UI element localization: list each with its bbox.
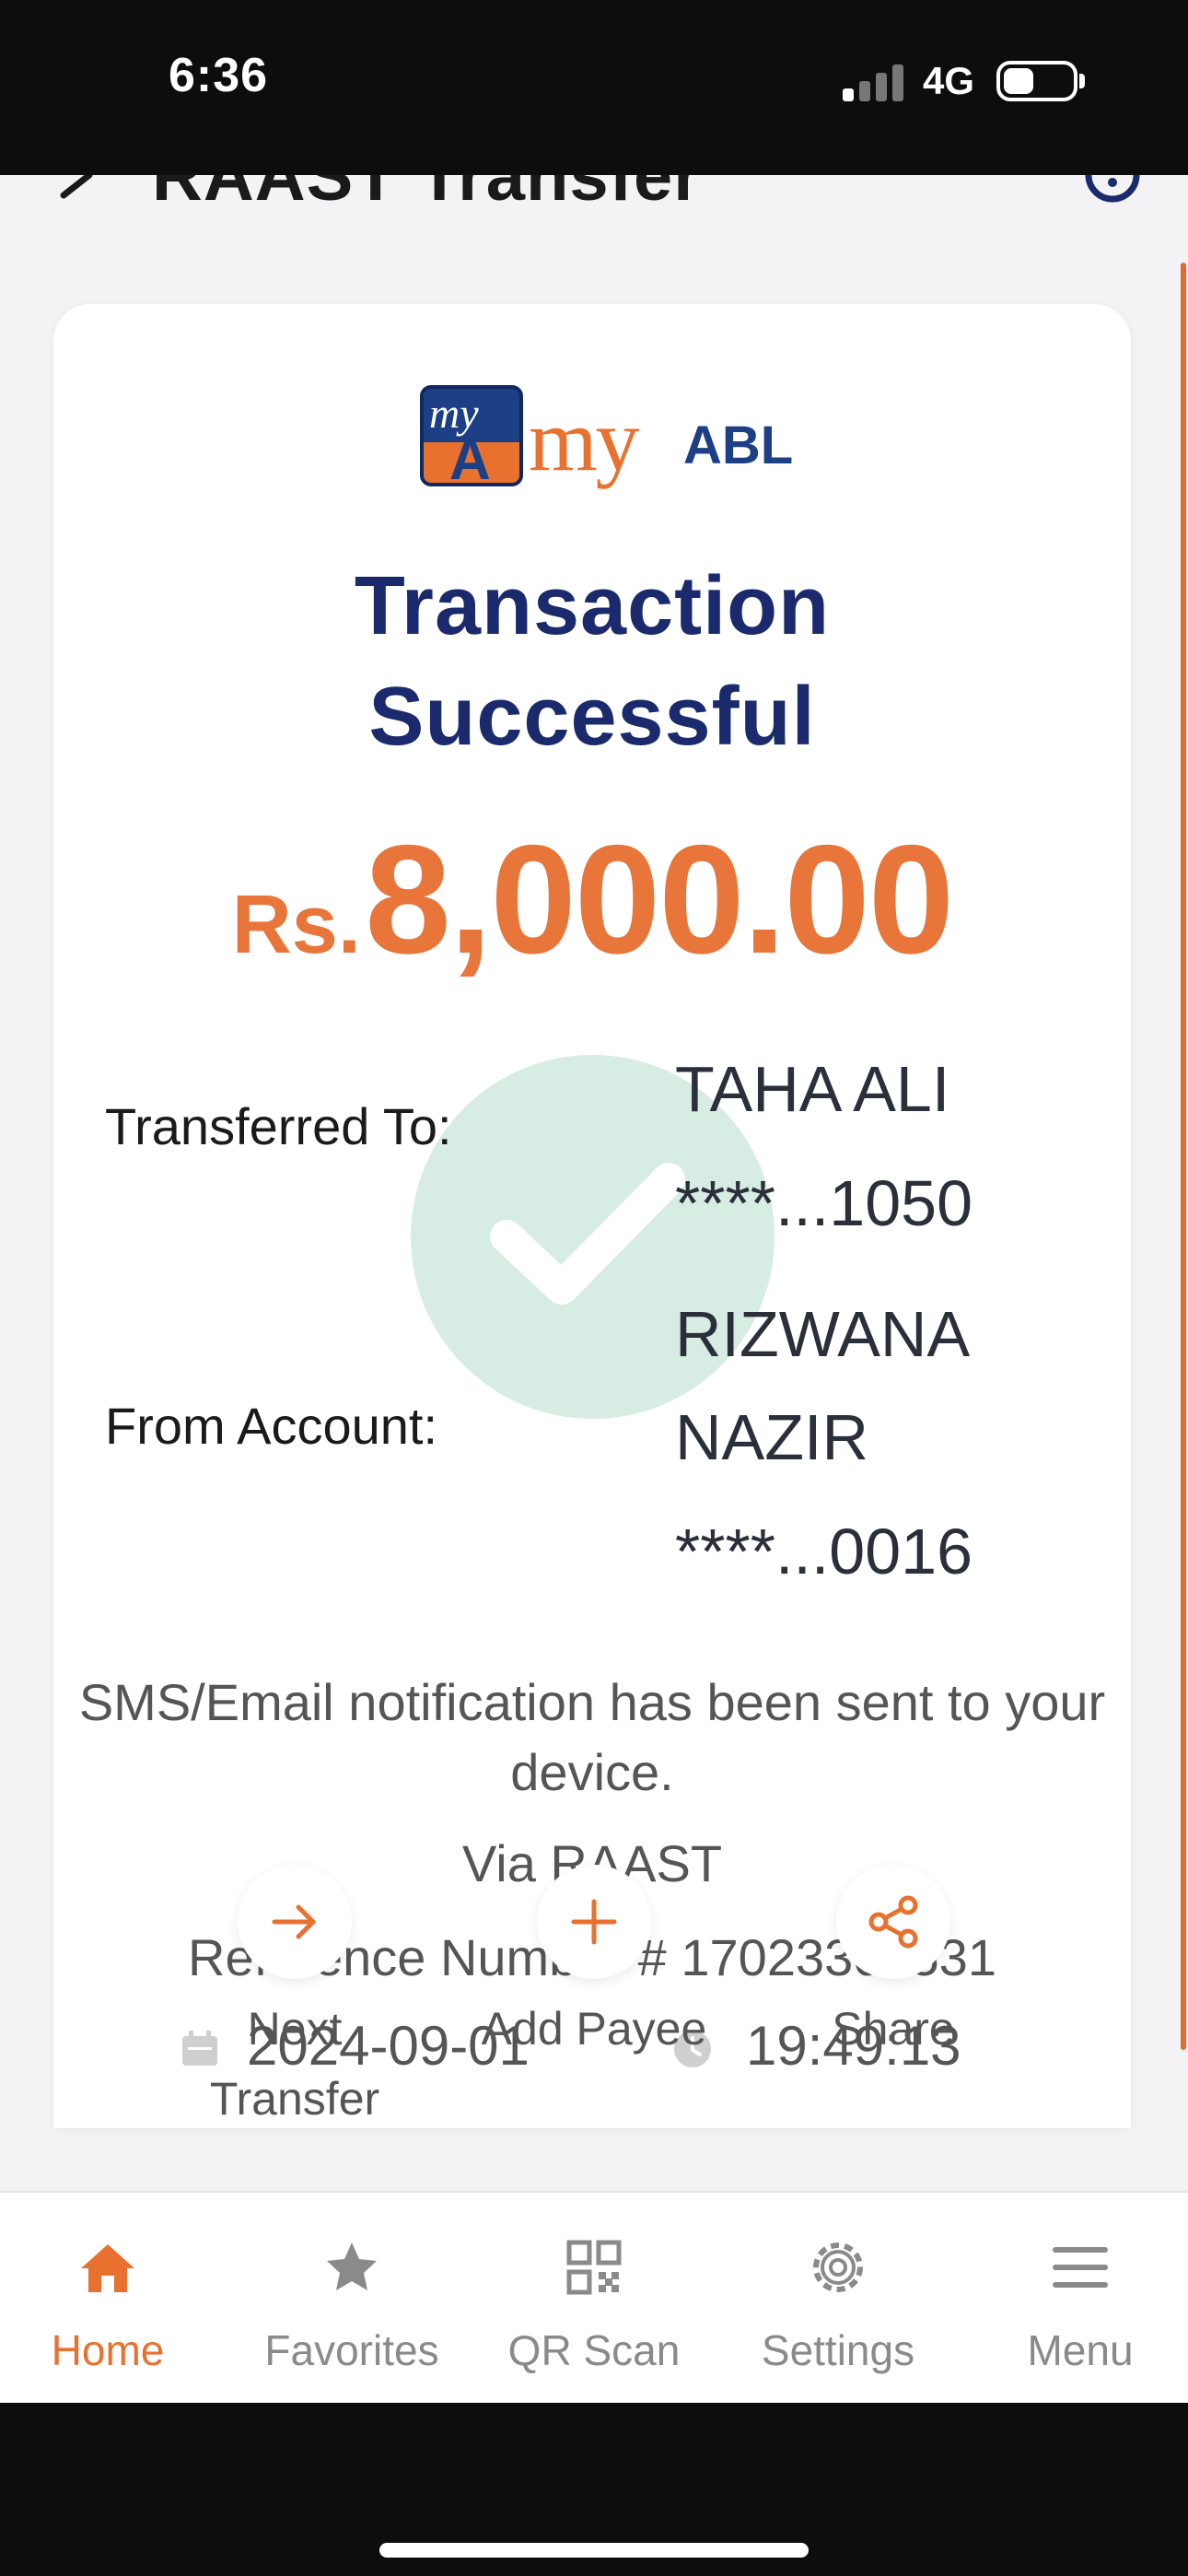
- logo-wordmark-my: my: [529, 391, 640, 489]
- share-button[interactable]: Share: [755, 1865, 1031, 2064]
- notification-message: SMS/Email notification has been sent to …: [78, 1673, 1106, 1801]
- nav-favorites[interactable]: Favorites: [246, 2237, 458, 2375]
- hamburger-menu-icon: [1053, 2247, 1108, 2288]
- qr-code-icon: [566, 2240, 622, 2295]
- star-icon: [327, 2242, 377, 2290]
- page-title: RAAST Transfer: [152, 175, 702, 216]
- gear-icon: [813, 2242, 863, 2292]
- help-icon[interactable]: [1085, 175, 1140, 206]
- checkmark-icon: [490, 1163, 685, 1305]
- home-icon: [81, 2244, 134, 2292]
- nav-home[interactable]: Home: [2, 2237, 214, 2375]
- status-bar: 6:36 4G: [0, 0, 1188, 175]
- nav-qr-scan-label: QR Scan: [507, 2326, 681, 2374]
- share-icon: [868, 1895, 918, 1949]
- home-indicator[interactable]: [379, 2543, 809, 2558]
- nav-favorites-label: Favorites: [264, 2326, 439, 2374]
- recipient-name: TAHA ALI: [675, 1053, 950, 1125]
- sender-name-line1: RIZWANA: [675, 1298, 971, 1370]
- transaction-amount: Rs. 8,000.00: [53, 811, 1131, 989]
- app-header: RAAST Transfer: [0, 175, 1188, 258]
- share-label: Share: [832, 2003, 955, 2055]
- nav-home-label: Home: [51, 2326, 165, 2374]
- nav-menu-label: Menu: [1027, 2326, 1134, 2374]
- bottom-navigation: Home Favorites QR Scan Settings Menu: [0, 2191, 1188, 2405]
- scrollbar[interactable]: [1181, 263, 1186, 2050]
- next-transfer-label: Next Transfer: [209, 2003, 380, 2125]
- recipient-account: ****...1050: [675, 1167, 973, 1239]
- network-type: 4G: [923, 59, 975, 102]
- battery-icon: [996, 61, 1077, 101]
- add-payee-label: Add Payee: [481, 2003, 707, 2055]
- amount-currency: Rs.: [231, 879, 361, 971]
- myabl-logo: my A my ABL: [420, 378, 825, 498]
- plus-icon: [571, 1899, 617, 1945]
- nav-settings[interactable]: Settings: [732, 2237, 944, 2375]
- cellular-signal-icon: [843, 61, 909, 101]
- sender-account: ****...0016: [675, 1516, 973, 1587]
- transferred-to-label: Transferred To:: [105, 1097, 452, 1155]
- logo-wordmark-abl: ABL: [683, 416, 794, 475]
- next-transfer-button[interactable]: Next Transfer: [157, 1865, 433, 2134]
- back-arrow-icon[interactable]: [51, 175, 106, 212]
- battery-cap: [1079, 74, 1085, 88]
- receipt-card: my A my ABL Transaction Successful Rs. 8…: [53, 304, 1131, 2128]
- logo-emblem: my A: [420, 385, 523, 486]
- nav-qr-scan[interactable]: QR Scan: [488, 2237, 700, 2375]
- status-time: 6:36: [169, 49, 269, 102]
- amount-value: 8,000.00: [365, 813, 954, 986]
- transaction-status-title: Transaction Successful: [354, 560, 831, 763]
- nav-menu[interactable]: Menu: [974, 2237, 1186, 2375]
- nav-settings-label: Settings: [761, 2326, 915, 2374]
- from-account-label: From Account:: [105, 1397, 438, 1455]
- arrow-right-icon: [272, 1904, 316, 1939]
- sender-name-line2: NAZIR: [675, 1401, 868, 1473]
- home-indicator-area: [0, 2403, 1188, 2576]
- add-payee-button[interactable]: Add Payee: [456, 1865, 732, 2064]
